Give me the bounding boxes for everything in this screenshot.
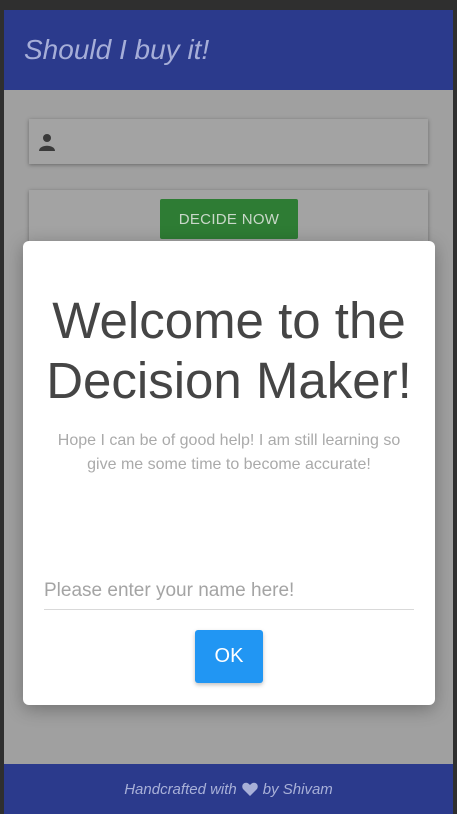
app-footer: Handcrafted with by Shivam (4, 764, 453, 814)
footer-prefix: Handcrafted with (124, 780, 237, 798)
name-input[interactable] (44, 573, 414, 610)
modal-message: Hope I can be of good help! I am still l… (57, 432, 401, 473)
footer-suffix: by Shivam (262, 780, 333, 798)
heart-icon (242, 782, 258, 796)
decide-now-button[interactable]: DECIDE NOW (160, 199, 298, 239)
user-icon (38, 133, 56, 151)
modal-title: Welcome to the Decision Maker! (46, 292, 412, 409)
app-header: Should I buy it! (4, 10, 453, 90)
ok-button[interactable]: OK (195, 630, 263, 683)
welcome-modal: Welcome to the Decision Maker! Hope I ca… (23, 241, 435, 705)
app-title: Should I buy it! (24, 34, 210, 65)
name-display-field[interactable] (29, 119, 428, 164)
